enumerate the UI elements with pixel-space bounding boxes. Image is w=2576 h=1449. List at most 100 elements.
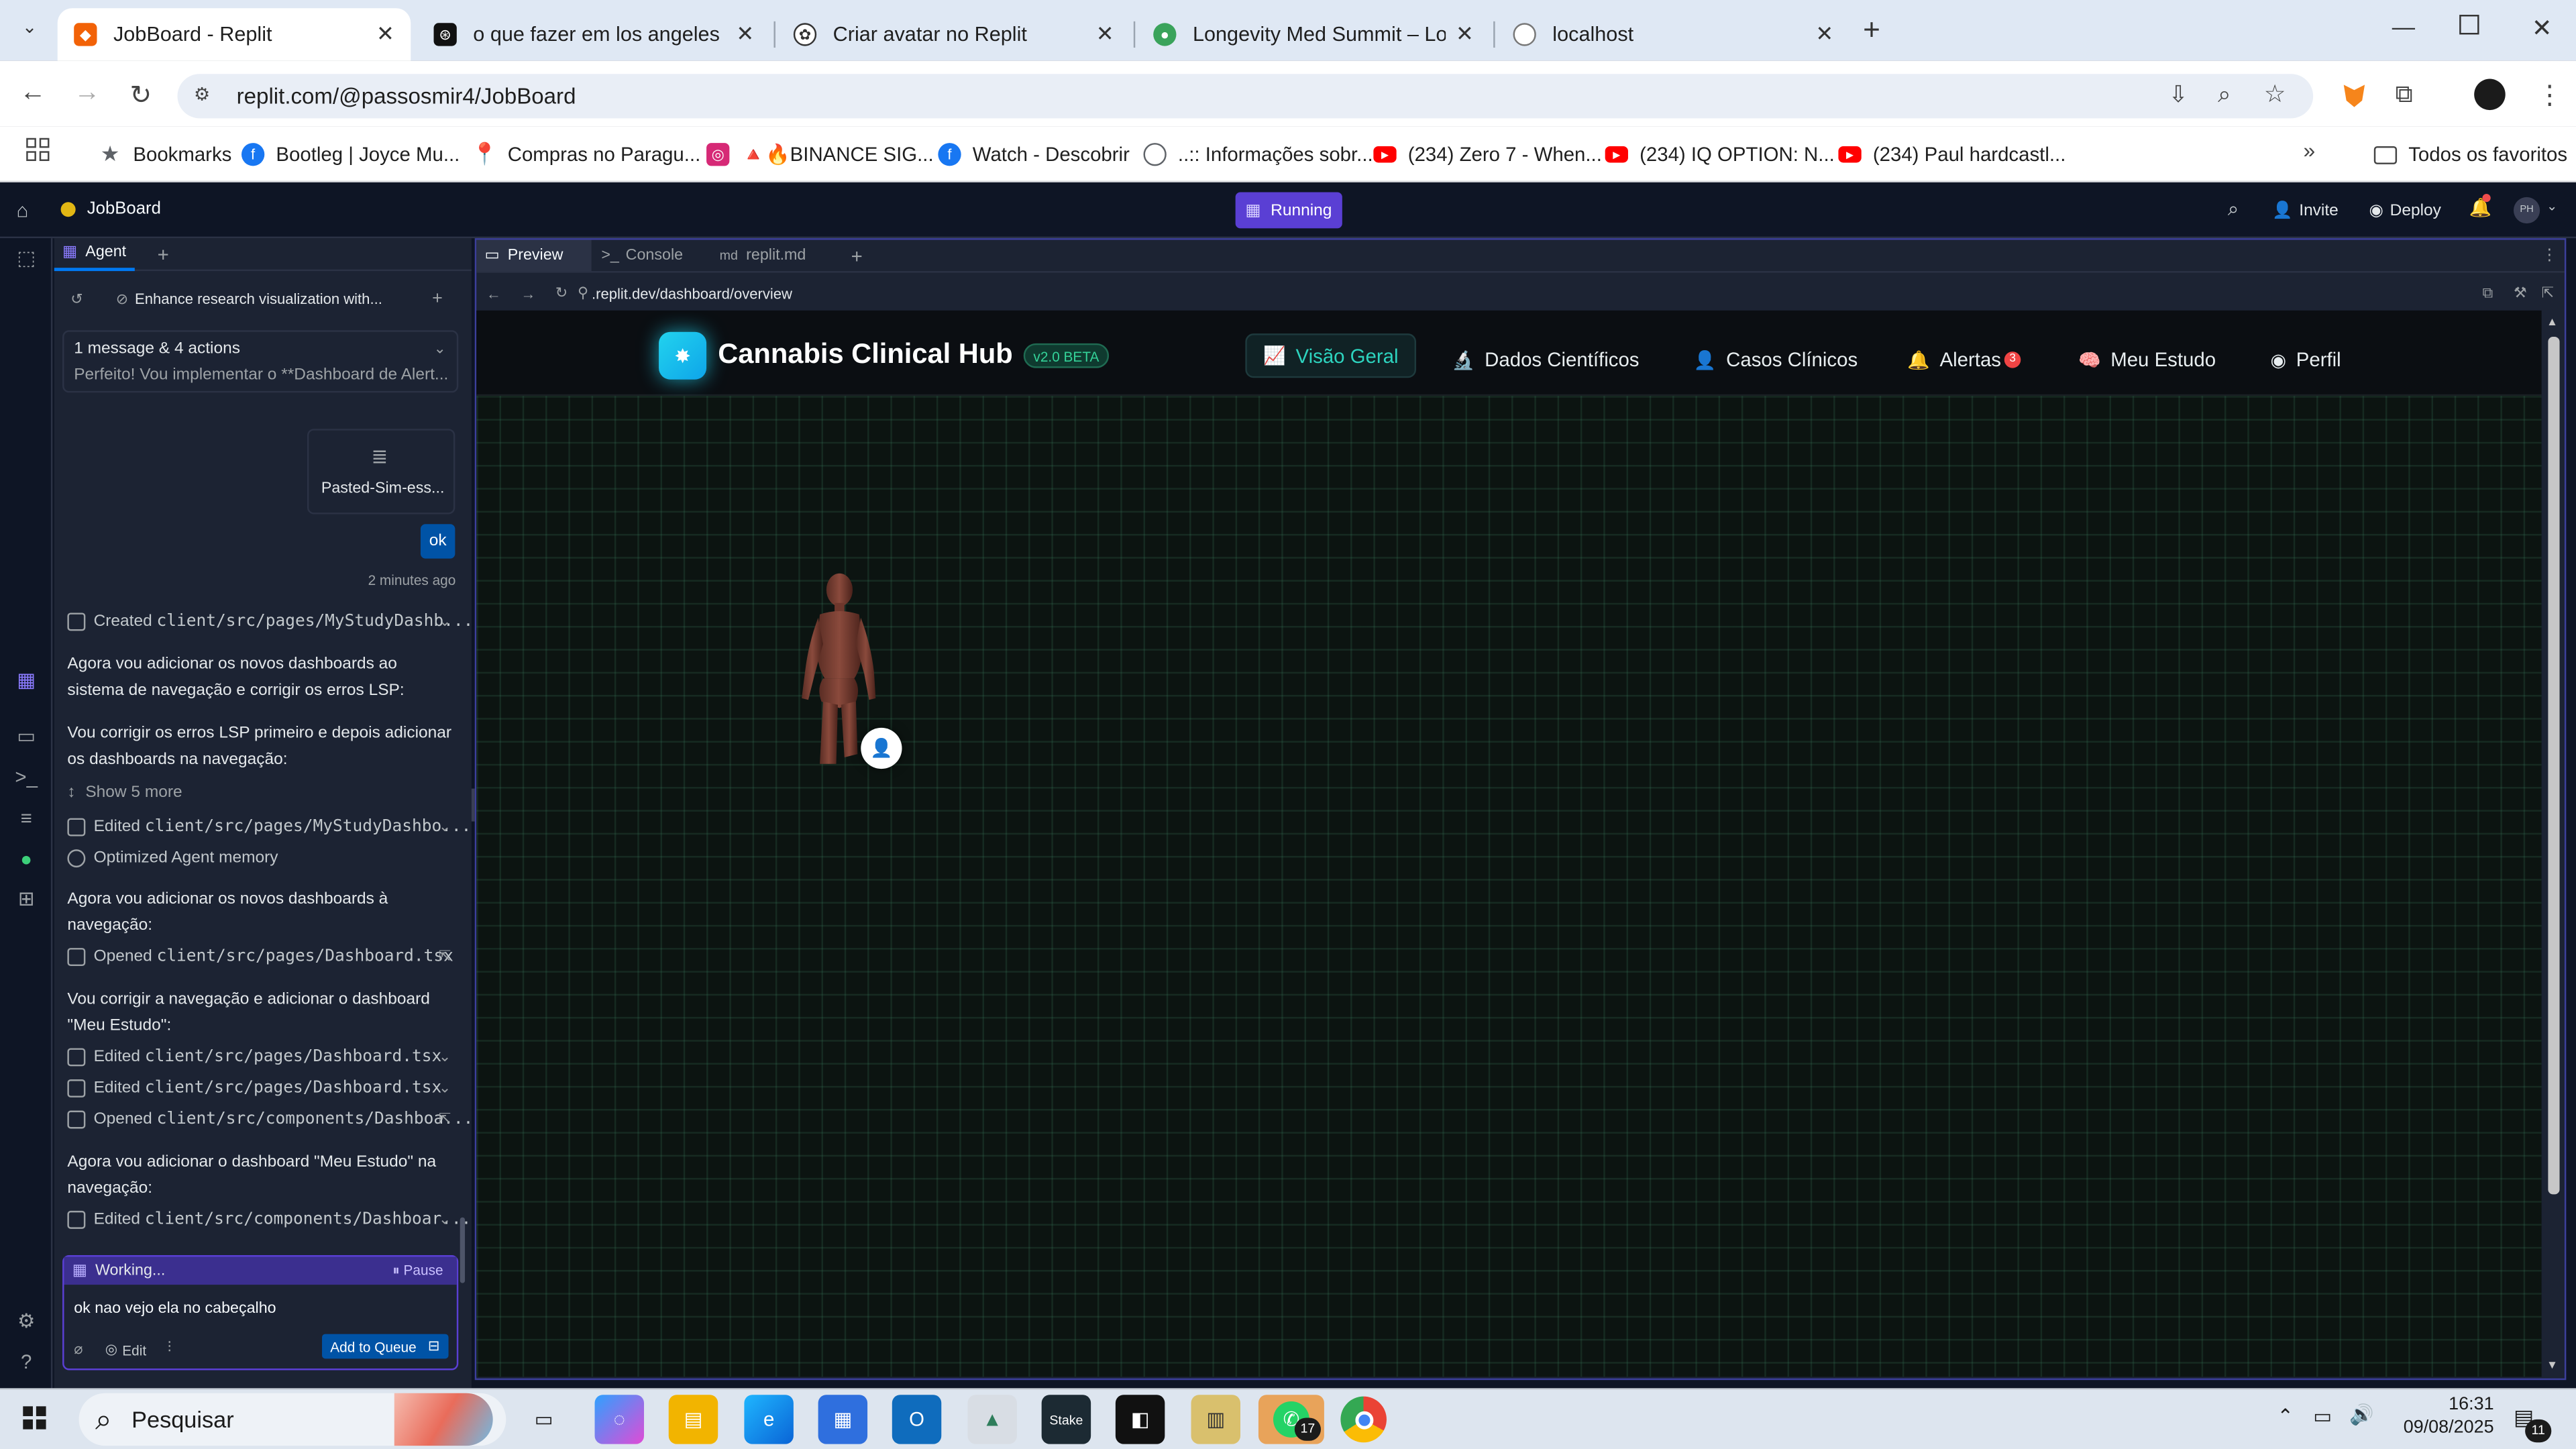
app-title[interactable]: Cannabis Clinical Hub [718,338,1013,371]
preview-scrollbar-thumb[interactable] [2548,337,2560,1195]
all-bookmarks-folder[interactable]: Todos os favoritos [2373,138,2567,171]
help-icon[interactable]: ? [13,1350,40,1377]
external-link-icon[interactable]: ⇱ [439,948,451,966]
settings-icon[interactable]: ⚙ [13,1309,40,1336]
forward-icon[interactable]: → [74,79,100,109]
show-more-button[interactable]: ↕ Show 5 more [67,784,182,802]
deployments-icon[interactable]: ● [13,848,40,874]
taskbar-search[interactable]: ⌕ Pesquisar [78,1393,506,1446]
action-opened[interactable]: Opened client/src/components/Dashboa... ⇱ [67,1110,473,1129]
sliders-icon[interactable]: ⫶ [168,1339,172,1357]
whatsapp-icon[interactable]: ✆ 17 [1258,1395,1324,1444]
home-icon[interactable]: ⌂ [16,199,28,221]
close-window-icon[interactable]: ✕ [2532,13,2553,43]
devices-icon[interactable]: ⧉ [2482,284,2493,303]
deploy-button[interactable]: ◉ Deploy [2359,193,2451,229]
action-edited[interactable]: Edited client/src/pages/Dashboard.tsx ⌄ [67,1079,451,1097]
scroll-up-icon[interactable]: ▲ [2546,317,2558,329]
shell-icon[interactable]: >_ [13,765,40,792]
chevron-down-icon[interactable]: ⌄ [439,818,451,837]
files-icon[interactable]: ⬚ [13,246,40,272]
edge-icon[interactable]: e [744,1395,794,1444]
add-to-queue-button[interactable]: Add to Queue ⊟ [322,1334,448,1359]
devtools-icon[interactable]: ⚒ [2514,284,2527,303]
reload-icon[interactable]: ↻ [555,284,568,303]
task-view-icon[interactable]: ▭ [519,1395,568,1444]
restore-icon[interactable] [2459,15,2479,35]
browser-menu-icon[interactable]: ⋮ [2536,79,2563,112]
close-tab-icon[interactable]: ✕ [736,21,754,48]
bookmark-item[interactable]: f Bootleg | Joyce Mu... [241,138,460,171]
tray-chevron-icon[interactable]: ⌃ [2277,1405,2294,1428]
tab-console[interactable]: >_ Console [592,240,710,272]
open-new-tab-icon[interactable]: ⇱ [2542,284,2554,303]
bookmark-item[interactable]: 📍 Compras no Paragu... [472,138,701,171]
attach-paperclip-icon[interactable]: ⌀ [74,1340,83,1358]
network-icon[interactable]: ▭ [2313,1405,2332,1428]
pause-button[interactable]: ⏸ Pause [392,1262,443,1280]
browser-tab-2[interactable]: ⊛ o que fazer em los angeles ✕ [417,8,771,60]
scroll-down-icon[interactable]: ▼ [2546,1360,2558,1372]
browser-tab-4[interactable]: ● Longevity Med Summit – Longe ✕ [1137,8,1491,60]
nav-alertas[interactable]: 🔔 Alertas 3 [1907,340,2021,380]
back-icon[interactable]: ← [19,79,46,109]
agent-grid-icon[interactable]: ▦ [13,669,40,695]
action-created[interactable]: Created client/src/pages/MyStudyDashb...… [67,612,473,631]
close-tab-icon[interactable]: ✕ [1096,21,1114,48]
tab-replit-md[interactable]: md replit.md [710,240,845,272]
file-explorer-icon[interactable]: ▤ [668,1395,718,1444]
new-tab-icon[interactable]: + [1863,13,1880,48]
project-name[interactable]: JobBoard [87,199,161,218]
reload-icon[interactable]: ↻ [129,79,152,112]
preview-url-input[interactable]: ⚲ .replit.dev/dashboard/overview [578,280,2467,307]
zoom-icon[interactable]: ⌕ [2218,80,2231,109]
chevron-down-icon[interactable]: ⌄ [439,1079,451,1097]
external-link-icon[interactable]: ⇱ [439,1111,451,1129]
action-edited[interactable]: Edited client/src/components/Dashboar...… [67,1210,471,1229]
nav-meu-estudo[interactable]: 🧠 Meu Estudo [2078,340,2216,380]
agent-input[interactable]: ok nao vejo ela no cabeçalho [74,1299,276,1318]
user-avatar[interactable]: PH [2513,197,2540,224]
minimize-icon[interactable]: — [2392,13,2415,40]
store-icon[interactable]: ▦ [818,1395,868,1444]
feed-scrollbar[interactable] [460,1217,466,1283]
browser-tab-3[interactable]: ✿ Criar avatar no Replit ✕ [777,8,1130,60]
capcut-icon[interactable]: ◧ [1115,1395,1165,1444]
browser-tab-5[interactable]: localhost ✕ [1497,8,1850,60]
stake-icon[interactable]: Stake [1041,1395,1091,1444]
notes-app-icon[interactable]: ▥ [1191,1395,1240,1444]
bookmark-item[interactable]: f Watch - Descobrir [938,138,1130,171]
bookmark-item[interactable]: ..:: Informações sobr... [1143,138,1373,171]
chevron-down-icon[interactable]: ⌄ [439,1048,451,1066]
extensions-icon[interactable]: ⧉ [2396,80,2413,109]
bookmark-item[interactable]: ▸ (234) Zero 7 - When... [1373,138,1602,171]
more-options-icon[interactable]: ⋮ [2542,246,2557,264]
close-tab-icon[interactable]: ✕ [1456,21,1474,48]
browser-tab-replit[interactable]: ◆ JobBoard - Replit ✕ [57,8,411,61]
chrome-icon[interactable] [1340,1396,1387,1443]
close-tab-icon[interactable]: ✕ [1815,21,1833,48]
actions-summary[interactable]: 1 message & 4 actions ⌄ Perfeito! Vou im… [62,330,459,393]
url-text[interactable]: replit.com/@passosmir4/JobBoard [237,84,576,109]
more-bookmarks-icon[interactable]: » [2303,138,2315,163]
nav-perfil[interactable]: ◉ Perfil [2271,340,2341,380]
action-opened[interactable]: Opened client/src/pages/Dashboard.tsx ⇱ [67,948,453,967]
site-info-icon[interactable]: ⚙ [194,84,210,105]
outlook-icon[interactable]: O [892,1395,942,1444]
tab-search-chevron-icon[interactable]: ⌄ [15,16,44,46]
forward-icon[interactable]: → [521,285,535,301]
volume-icon[interactable]: 🔊 [2349,1403,2374,1426]
install-app-icon[interactable]: ⇩ [2169,80,2188,109]
search-icon[interactable]: ⌕ [2228,197,2239,222]
nav-dados-cientificos[interactable]: 🔬 Dados Científicos [1452,340,1640,380]
action-edited[interactable]: Edited client/src/pages/Dashboard.tsx ⌄ [67,1048,451,1067]
back-icon[interactable]: ← [486,285,501,301]
chevron-down-icon[interactable]: ⌄ [439,612,451,631]
add-tab-icon[interactable]: + [158,242,169,265]
omnibox[interactable]: ⚙ replit.com/@passosmir4/JobBoard ⇩ ⌕ ☆ [177,74,2314,119]
windows-start-icon[interactable] [23,1406,46,1430]
database-icon[interactable]: ≡ [13,806,40,833]
preview-monitor-icon[interactable]: ▭ [13,724,40,751]
pasted-attachment[interactable]: ≣ Pasted-Sim-ess... [307,429,455,515]
avatar-user-button[interactable]: 👤 [861,727,902,769]
